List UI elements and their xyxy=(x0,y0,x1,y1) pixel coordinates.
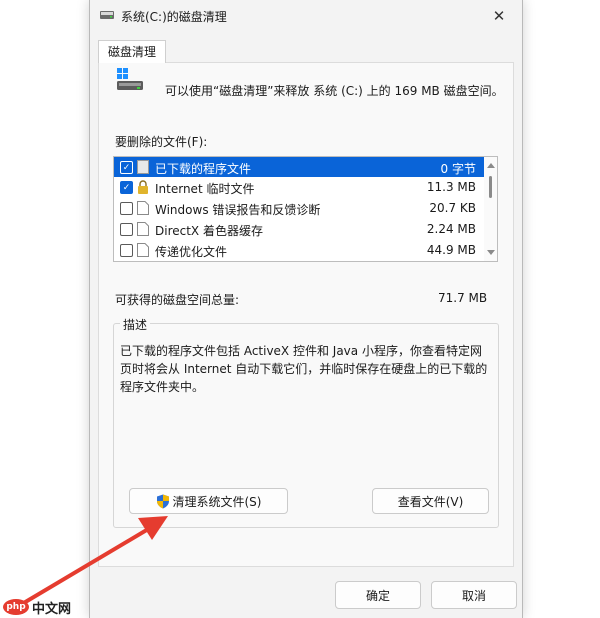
file-icon xyxy=(137,243,149,257)
checkbox[interactable] xyxy=(120,223,133,236)
file-size: 20.7 KB xyxy=(429,201,476,215)
disk-cleanup-window: 系统(C:)的磁盘清理 ✕ 磁盘清理 可以使用“磁盘清理”来释放 系统 (C:)… xyxy=(89,0,523,618)
list-item[interactable]: ✓ Internet 临时文件 11.3 MB xyxy=(114,177,484,197)
list-item[interactable]: DirectX 着色器缓存 2.24 MB xyxy=(114,219,484,239)
description-title: 描述 xyxy=(120,316,151,333)
watermark-logo: php 中文网 xyxy=(3,596,71,618)
total-space-value: 71.7 MB xyxy=(438,291,488,305)
file-icon xyxy=(137,222,149,236)
view-files-button[interactable]: 查看文件(V) xyxy=(372,488,489,514)
clean-system-files-label: 清理系统文件(S) xyxy=(172,494,262,509)
checkbox[interactable] xyxy=(120,244,133,257)
clean-system-files-button[interactable]: 清理系统文件(S) xyxy=(129,488,288,514)
file-size: 44.9 MB xyxy=(426,243,476,257)
checkbox[interactable] xyxy=(120,202,133,215)
scroll-thumb[interactable] xyxy=(489,176,492,198)
php-badge: php xyxy=(3,599,29,615)
files-to-delete-label: 要删除的文件(F): xyxy=(115,135,208,149)
disk-cleanup-panel: 可以使用“磁盘清理”来释放 系统 (C:) 上的 169 MB 磁盘空间。 要删… xyxy=(98,62,514,567)
file-size: 11.3 MB xyxy=(426,180,476,194)
file-name: Internet 临时文件 xyxy=(155,182,255,196)
watermark-text: 中文网 xyxy=(32,601,72,617)
file-icon xyxy=(137,160,149,174)
ok-button[interactable]: 确定 xyxy=(335,581,421,609)
close-icon: ✕ xyxy=(492,7,506,25)
title-bar[interactable]: 系统(C:)的磁盘清理 ✕ xyxy=(90,0,522,32)
file-name: 已下载的程序文件 xyxy=(155,162,252,176)
uac-shield-icon xyxy=(156,494,169,508)
list-scrollbar[interactable] xyxy=(484,157,497,261)
tab-disk-cleanup[interactable]: 磁盘清理 xyxy=(98,40,167,63)
scroll-up-icon[interactable] xyxy=(487,163,495,168)
free-space-info: 可以使用“磁盘清理”来释放 系统 (C:) 上的 169 MB 磁盘空间。 xyxy=(165,84,504,98)
checkbox[interactable]: ✓ xyxy=(120,161,133,174)
file-size: 0 字节 xyxy=(440,162,476,176)
close-button[interactable]: ✕ xyxy=(476,0,522,32)
disk-cleanup-icon xyxy=(100,11,114,19)
list-item[interactable]: Windows 错误报告和反馈诊断 20.7 KB xyxy=(114,198,484,218)
total-space-label: 可获得的磁盘空间总量: xyxy=(115,293,240,307)
checkbox[interactable]: ✓ xyxy=(120,181,133,194)
file-size: 2.24 MB xyxy=(426,222,476,236)
files-list[interactable]: ✓ 已下载的程序文件 0 字节 ✓ Internet 临时文件 11.3 MB xyxy=(113,156,498,262)
file-name: Windows 错误报告和反馈诊断 xyxy=(155,203,321,217)
file-name: DirectX 着色器缓存 xyxy=(155,224,263,238)
description-text: 已下载的程序文件包括 ActiveX 控件和 Java 小程序，你查看特定网页时… xyxy=(120,344,488,394)
drive-icon xyxy=(117,68,143,90)
file-icon xyxy=(137,201,149,215)
list-item[interactable]: 传递优化文件 44.9 MB xyxy=(114,240,484,260)
cancel-button[interactable]: 取消 xyxy=(431,581,517,609)
list-item[interactable]: ✓ 已下载的程序文件 0 字节 xyxy=(114,157,484,177)
scroll-down-icon[interactable] xyxy=(487,250,495,255)
window-title: 系统(C:)的磁盘清理 xyxy=(121,10,227,24)
file-name: 传递优化文件 xyxy=(155,245,228,259)
lock-icon xyxy=(138,180,148,194)
